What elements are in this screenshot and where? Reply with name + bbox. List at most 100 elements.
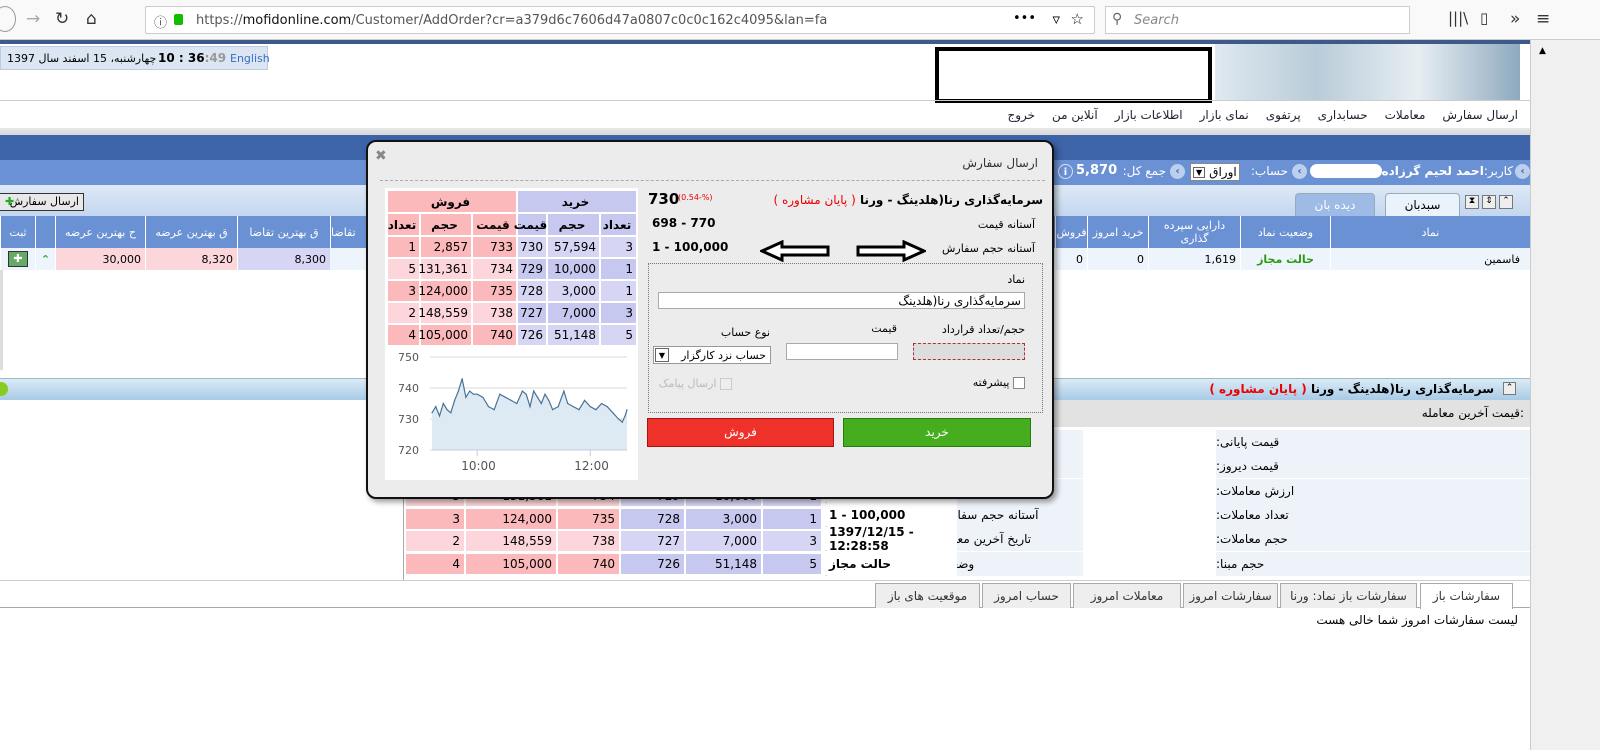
pocket-icon[interactable]: ▿: [1052, 10, 1060, 28]
price-point: [469, 390, 471, 392]
sms-checkbox[interactable]: [720, 378, 732, 390]
bottom-tab[interactable]: سفارشات امروز: [1183, 583, 1278, 608]
menu-send-order[interactable]: ارسال سفارش: [1442, 108, 1518, 122]
chevron-icon: ‹: [1170, 164, 1185, 179]
chevron-icon: ‹: [1292, 164, 1307, 179]
info-icon[interactable]: i: [1058, 164, 1073, 179]
bottom-tab[interactable]: سفارشات باز: [1420, 583, 1513, 609]
menu-icon[interactable]: ≡: [1536, 9, 1550, 29]
buy-button[interactable]: خرید: [843, 418, 1031, 447]
advanced-checkbox[interactable]: [1013, 377, 1025, 389]
orderbook-buy-volume: 10,000: [547, 258, 600, 280]
account-label: حساب:: [1250, 164, 1288, 178]
last-price: 730: [648, 190, 680, 208]
arrow-right-icon: [856, 240, 926, 262]
y-tick-label: 740: [398, 382, 419, 395]
col-symbol: نماد: [1330, 216, 1530, 248]
orderbook-sell-volume: 148,559: [418, 302, 472, 324]
minimize-icon[interactable]: ⧗: [1465, 195, 1479, 209]
add-order-icon[interactable]: ✚: [8, 251, 28, 267]
url-bar[interactable]: ⓘ https://mofidonline.com/Customer/AddOr…: [145, 6, 1095, 34]
collapse-icon[interactable]: ⌃: [1503, 382, 1516, 395]
chevron-icon: ‹: [1515, 164, 1530, 179]
bottom-tab[interactable]: معاملات امروز: [1073, 583, 1181, 608]
orderbook-sell-count: 3: [387, 280, 420, 302]
row-best-ask-price: 8,320: [145, 248, 237, 270]
price-point: [487, 406, 490, 408]
back-icon[interactable]: [0, 6, 16, 32]
info-icon[interactable]: ⓘ: [154, 12, 167, 31]
orderbook-buy-price: 727: [620, 530, 685, 552]
tab-watch[interactable]: دیده بان: [1295, 193, 1375, 216]
sell-button[interactable]: فروش: [647, 418, 834, 447]
menu-market-view[interactable]: نمای بازار: [1200, 108, 1249, 122]
orderbook-sell-count: 3: [405, 507, 465, 530]
orderbook-sell-price: 740: [557, 552, 620, 575]
dialog-symbol-state: ( پایان مشاوره ): [773, 193, 856, 207]
menu-trades[interactable]: معاملات: [1385, 108, 1426, 122]
row-sell-today: 0: [1055, 248, 1087, 270]
page-scrollbar[interactable]: ▲: [1530, 40, 1600, 750]
more-icon[interactable]: •••: [1013, 11, 1036, 26]
bottom-tab[interactable]: سفارشات باز نماد: ورنا: [1280, 583, 1417, 608]
advanced-label: پیشرفته: [972, 376, 1010, 389]
symbol-input[interactable]: [658, 292, 1025, 309]
divider: [0, 580, 1530, 581]
divider: [0, 270, 3, 370]
price-point: [450, 412, 452, 414]
price-point: [465, 396, 467, 398]
account-type-select[interactable]: ▼ حساب نزد کارگزار: [653, 346, 771, 364]
english-link[interactable]: English: [230, 52, 270, 65]
volume-input[interactable]: [913, 343, 1025, 360]
info-value-2: حالت مجاز: [827, 551, 957, 576]
resize-icon[interactable]: ⇕: [1482, 195, 1496, 209]
orderbook-subheader: حجم: [547, 213, 600, 236]
last-trade-label: قیمت آخرین معامله:: [1421, 406, 1524, 420]
collapse-icon[interactable]: ⌃: [1499, 195, 1513, 209]
row-symbol[interactable]: فاسمین: [1330, 248, 1530, 270]
date-time-box: چهارشنبه، 15 اسفند سال 1397 10 : 36:49 E…: [0, 46, 270, 70]
url-text[interactable]: https://mofidonline.com/Customer/AddOrde…: [196, 13, 827, 28]
price-point: [461, 378, 463, 380]
search-icon: ⚲: [1112, 11, 1123, 27]
orderbook-buy-count: 1: [600, 280, 637, 302]
scroll-up-icon[interactable]: ▲: [1539, 46, 1546, 56]
orderbook-buy-price: 726: [517, 324, 547, 346]
search-placeholder: Search: [1134, 13, 1179, 28]
tab-basket[interactable]: سبدبان: [1385, 193, 1460, 217]
menu-portfolio[interactable]: پرتفوی: [1266, 108, 1301, 122]
menu-online-me[interactable]: آنلاین من: [1052, 108, 1098, 122]
info-row: حجم مبنا:3,184,000وضعیت:حالت مجاز: [825, 551, 1530, 576]
price-point: [563, 390, 565, 392]
url-path: /Customer/AddOrder?cr=a379d6c7606d47a080…: [351, 13, 828, 28]
x-tick-label: 12:00: [574, 459, 609, 473]
overflow-icon[interactable]: »: [1510, 9, 1520, 29]
library-icon[interactable]: |||\: [1448, 9, 1468, 27]
account-value: اوراق: [1209, 165, 1237, 179]
info-row: تعداد معاملات:602آستانه حجم سفارش:1 - 10…: [825, 502, 1530, 527]
reload-icon[interactable]: ↻: [55, 9, 69, 29]
close-icon[interactable]: ✖: [375, 148, 387, 164]
price-input[interactable]: [786, 343, 898, 360]
price-point: [516, 402, 518, 405]
y-tick-label: 750: [398, 351, 419, 364]
send-order-button[interactable]: ✚ ارسال سفارش: [0, 193, 84, 211]
home-icon[interactable]: ⌂: [86, 9, 97, 29]
col-best-ask-price: ق بهترین عرضه: [145, 216, 237, 248]
star-icon[interactable]: ☆: [1071, 10, 1084, 28]
sidebar-icon[interactable]: ▯: [1480, 9, 1488, 27]
orderbook-buy-count: 3: [600, 236, 637, 258]
row-status: حالت مجاز: [1240, 248, 1330, 270]
search-bar[interactable]: ⚲ Search: [1105, 6, 1410, 34]
arrow-left-icon: [760, 240, 830, 262]
menu-accounting[interactable]: حسابداری: [1318, 108, 1368, 122]
bottom-tab[interactable]: موقعیت های باز: [875, 583, 980, 608]
menu-market-info[interactable]: اطلاعات بازار: [1115, 108, 1183, 122]
account-select[interactable]: ▼ اوراق: [1190, 163, 1240, 181]
menu-logout[interactable]: خروج: [1007, 108, 1035, 122]
price-point: [600, 402, 603, 405]
orderbook-buy-count: 1: [762, 507, 822, 530]
col-bid: تقاضا: [330, 216, 366, 248]
bottom-tab[interactable]: حساب امروز: [982, 583, 1071, 608]
forward-icon[interactable]: →: [26, 9, 40, 29]
